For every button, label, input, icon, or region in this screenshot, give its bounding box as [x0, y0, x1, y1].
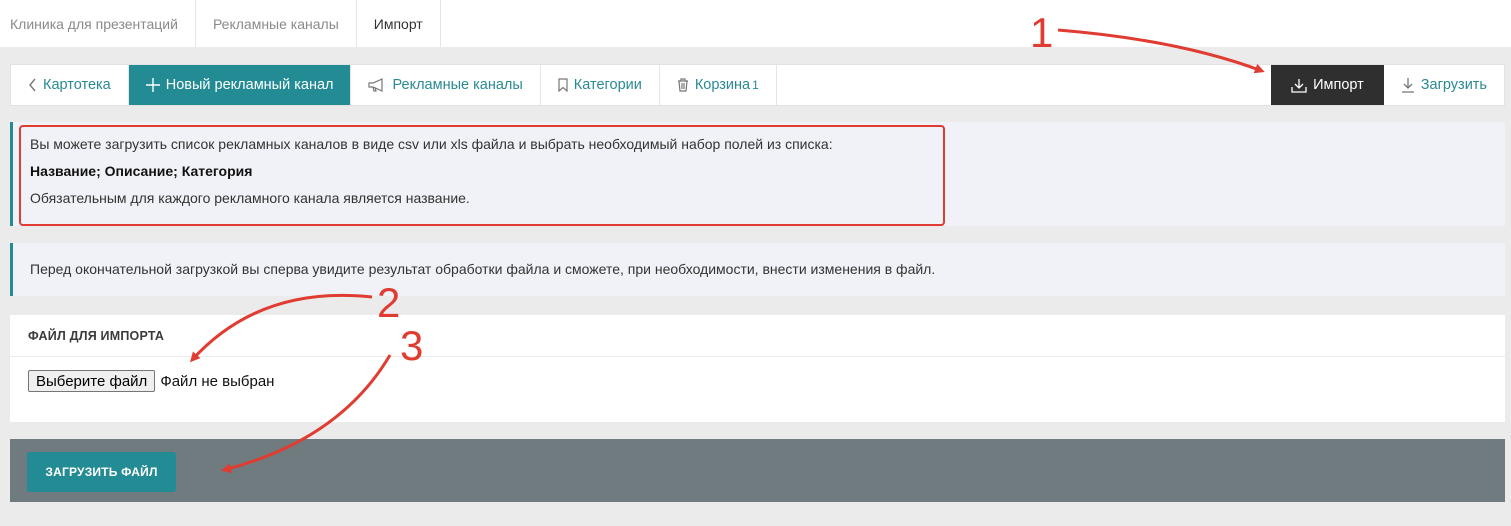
channels-tab[interactable]: Рекламные каналы	[351, 65, 541, 105]
upload-file-button[interactable]: ЗАГРУЗИТЬ ФАЙЛ	[27, 452, 176, 492]
file-card-title: ФАЙЛ ДЛЯ ИМПОРТА	[10, 315, 1505, 357]
categories-tab[interactable]: Категории	[541, 65, 660, 105]
back-label: Картотека	[43, 77, 111, 93]
breadcrumb-clinic[interactable]: Клиника для презентаций	[0, 0, 196, 47]
upload-label: Загрузить	[1420, 77, 1487, 93]
file-input[interactable]: Выберите файл Файл не выбран	[28, 370, 274, 392]
breadcrumb-channels[interactable]: Рекламные каналы	[196, 0, 357, 47]
import-icon	[1291, 78, 1307, 93]
new-channel-button[interactable]: Новый рекламный канал	[128, 65, 352, 105]
file-import-card: ФАЙЛ ДЛЯ ИМПОРТА Выберите файл Файл не в…	[10, 315, 1505, 422]
back-to-card-button[interactable]: Картотека	[11, 65, 129, 105]
trash-icon	[677, 78, 689, 92]
trash-count-badge: 1	[752, 78, 759, 92]
import-button[interactable]: Импорт	[1271, 65, 1384, 105]
annotation-number-2: 2	[377, 279, 401, 326]
categories-label: Категории	[573, 77, 642, 93]
megaphone-icon	[368, 78, 386, 92]
preview-note-panel: Перед окончательной загрузкой вы сперва …	[10, 243, 1505, 296]
highlight-box	[19, 125, 945, 226]
toolbar: Картотека Новый рекламный канал Рекламны…	[10, 64, 1505, 106]
annotation-number-3: 3	[400, 322, 424, 369]
breadcrumb-import: Импорт	[357, 0, 441, 47]
bookmark-icon	[558, 78, 568, 92]
file-status-text: Файл не выбран	[160, 372, 275, 390]
plus-icon	[145, 78, 160, 92]
chevron-left-icon	[28, 78, 37, 92]
preview-note-text: Перед окончательной загрузкой вы сперва …	[30, 261, 936, 277]
download-icon	[1401, 77, 1415, 93]
annotation-number-1: 1	[1030, 9, 1054, 56]
breadcrumb: Клиника для презентаций Рекламные каналы…	[0, 0, 1511, 47]
upload-button[interactable]: Загрузить	[1384, 65, 1504, 105]
channels-label: Рекламные каналы	[392, 77, 523, 93]
form-footer: ЗАГРУЗИТЬ ФАЙЛ	[10, 439, 1505, 502]
choose-file-button[interactable]: Выберите файл	[28, 370, 156, 392]
trash-label: Корзина	[694, 77, 751, 93]
new-channel-label: Новый рекламный канал	[165, 77, 334, 93]
import-label: Импорт	[1313, 77, 1364, 93]
trash-tab[interactable]: Корзина 1	[660, 65, 777, 105]
